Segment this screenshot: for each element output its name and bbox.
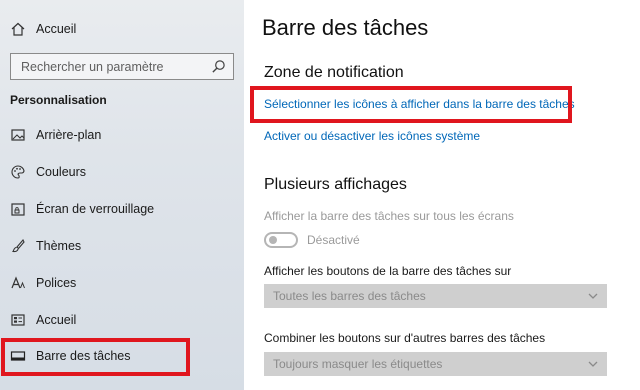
chevron-down-icon	[588, 293, 598, 299]
sidebar-item-label: Accueil	[36, 313, 77, 327]
start-icon	[10, 312, 26, 328]
sidebar-item-label: Couleurs	[36, 165, 87, 179]
sidebar-item-polices[interactable]: Polices	[0, 265, 244, 301]
highlight-frame-link	[250, 86, 572, 123]
section-title: Personnalisation	[10, 93, 107, 107]
page-title: Barre des tâches	[262, 15, 429, 40]
settings-sidebar: Accueil Personnalisation Arrière-plan Co…	[0, 0, 244, 390]
notification-heading: Zone de notification	[264, 64, 404, 81]
show-buttons-value: Toutes les barres des tâches	[273, 289, 426, 303]
picture-icon	[10, 127, 26, 143]
palette-icon	[10, 164, 26, 180]
show-buttons-select[interactable]: Toutes les barres des tâches	[264, 284, 607, 308]
sidebar-item-accueil[interactable]: Accueil	[0, 302, 244, 338]
sidebar-item-label: Polices	[36, 276, 77, 290]
sidebar-item-arriere-plan[interactable]: Arrière-plan	[0, 117, 244, 153]
show-on-all-displays-toggle[interactable]	[264, 232, 298, 248]
sidebar-item-couleurs[interactable]: Couleurs	[0, 154, 244, 190]
font-icon	[10, 275, 26, 291]
taskbar-settings-page: Barre des tâches Zone de notification Sé…	[244, 0, 640, 390]
search-input[interactable]	[11, 54, 207, 79]
combine-buttons-label: Combiner les boutons sur d'autres barres…	[264, 331, 546, 345]
toggle-knob	[269, 236, 277, 244]
home-nav-item[interactable]: Accueil	[0, 11, 244, 47]
home-icon	[10, 21, 26, 37]
toggle-state-label: Désactivé	[307, 233, 360, 247]
brush-icon	[10, 238, 26, 254]
chevron-down-icon	[588, 361, 598, 367]
sidebar-item-label: Thèmes	[36, 239, 82, 253]
lock-screen-icon	[10, 201, 26, 217]
sidebar-item-ecran-verrouillage[interactable]: Écran de verrouillage	[0, 191, 244, 227]
search-box[interactable]	[10, 53, 234, 80]
home-label: Accueil	[36, 22, 77, 36]
sidebar-item-themes[interactable]: Thèmes	[0, 228, 244, 264]
highlight-frame-sidebar	[1, 338, 190, 376]
sidebar-item-label: Écran de verrouillage	[36, 202, 155, 216]
show-buttons-label: Afficher les boutons de la barre des tâc…	[264, 264, 512, 278]
search-icon[interactable]	[211, 59, 226, 74]
combine-buttons-value: Toujours masquer les étiquettes	[273, 357, 443, 371]
combine-buttons-select[interactable]: Toujours masquer les étiquettes	[264, 352, 607, 376]
show-on-all-displays-label: Afficher la barre des tâches sur tous le…	[264, 209, 514, 223]
multi-display-heading: Plusieurs affichages	[264, 176, 407, 193]
system-icons-link[interactable]: Activer ou désactiver les icônes système	[264, 129, 480, 143]
sidebar-item-label: Arrière-plan	[36, 128, 102, 142]
